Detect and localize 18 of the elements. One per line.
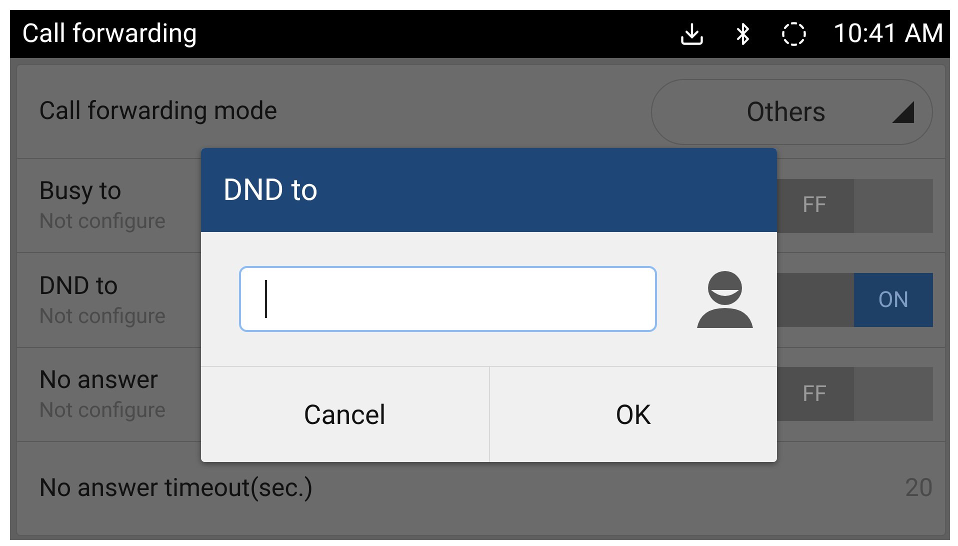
dialog-button[interactable]: OK (488, 367, 777, 462)
number-input-field[interactable] (239, 266, 657, 332)
dialog-button[interactable]: Cancel (201, 367, 488, 462)
screen-title: Call forwarding (22, 19, 198, 49)
dropdown-triangle-icon (892, 100, 914, 123)
text-cursor (265, 280, 267, 318)
toggle-switch[interactable]: ON (775, 273, 933, 327)
clock-time: 10:41 AM (833, 19, 944, 49)
setting-label: No answer (39, 366, 158, 395)
mode-dropdown[interactable]: Others (651, 78, 933, 145)
sync-icon (781, 21, 808, 47)
setting-label: No answer timeout(sec.) (39, 474, 314, 503)
download-icon (679, 21, 706, 47)
setting-label: Call forwarding mode (39, 97, 278, 126)
setting-label: Busy to (39, 177, 122, 206)
setting-label: DND to (39, 272, 118, 300)
person-icon[interactable] (697, 270, 753, 328)
dialog-title: DND to (201, 148, 777, 232)
